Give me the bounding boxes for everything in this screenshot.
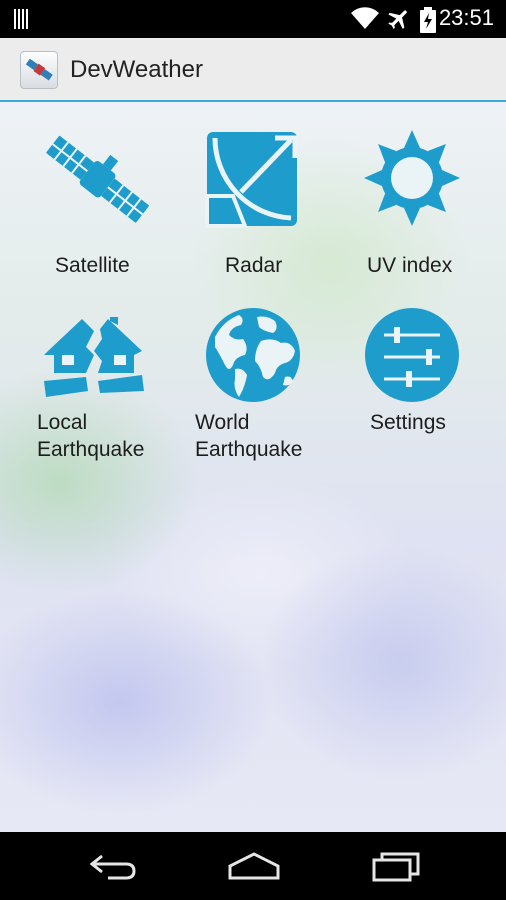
tile-label-world-earthquake-line2: Earthquake bbox=[195, 438, 303, 461]
wifi-icon bbox=[351, 7, 379, 29]
globe-icon bbox=[206, 308, 300, 402]
sliders-icon bbox=[365, 308, 459, 402]
home-icon[interactable] bbox=[226, 852, 282, 880]
action-bar: DevWeather bbox=[0, 38, 506, 102]
navigation-bar bbox=[0, 832, 506, 900]
status-clock: 23:51 bbox=[438, 5, 494, 30]
tile-label-radar: Radar bbox=[225, 254, 283, 277]
dashboard-grid: Satellite Radar UV index Local Earthquak… bbox=[0, 102, 506, 832]
battery-charging-icon bbox=[420, 7, 436, 33]
tile-radar[interactable]: Radar bbox=[175, 122, 335, 282]
satellite-app-icon[interactable] bbox=[20, 51, 58, 89]
tile-uv-index[interactable]: UV index bbox=[332, 122, 492, 282]
status-bar: 23:51 bbox=[0, 0, 506, 38]
tile-satellite[interactable]: Satellite bbox=[20, 122, 180, 282]
satellite-icon bbox=[46, 135, 149, 223]
tile-label-world-earthquake-line1: World bbox=[195, 411, 250, 434]
tile-label-local-earthquake-line1: Local bbox=[37, 411, 88, 434]
app-title: DevWeather bbox=[70, 56, 203, 83]
tile-world-earthquake[interactable]: World Earthquake bbox=[175, 307, 335, 467]
sim-icon bbox=[14, 9, 32, 29]
radar-dish-icon bbox=[205, 132, 298, 228]
back-icon[interactable] bbox=[88, 852, 138, 880]
tile-label-local-earthquake-line2: Earthquake bbox=[37, 438, 145, 461]
tile-label-satellite: Satellite bbox=[55, 254, 130, 277]
airplane-icon bbox=[388, 10, 407, 29]
broken-house-icon bbox=[44, 317, 144, 397]
tile-settings[interactable]: Settings bbox=[332, 307, 492, 467]
sun-icon bbox=[364, 130, 460, 226]
tile-label-uv-index: UV index bbox=[367, 254, 453, 277]
recents-icon[interactable] bbox=[370, 852, 422, 882]
tile-label-settings: Settings bbox=[370, 411, 446, 434]
tile-local-earthquake[interactable]: Local Earthquake bbox=[20, 307, 180, 467]
